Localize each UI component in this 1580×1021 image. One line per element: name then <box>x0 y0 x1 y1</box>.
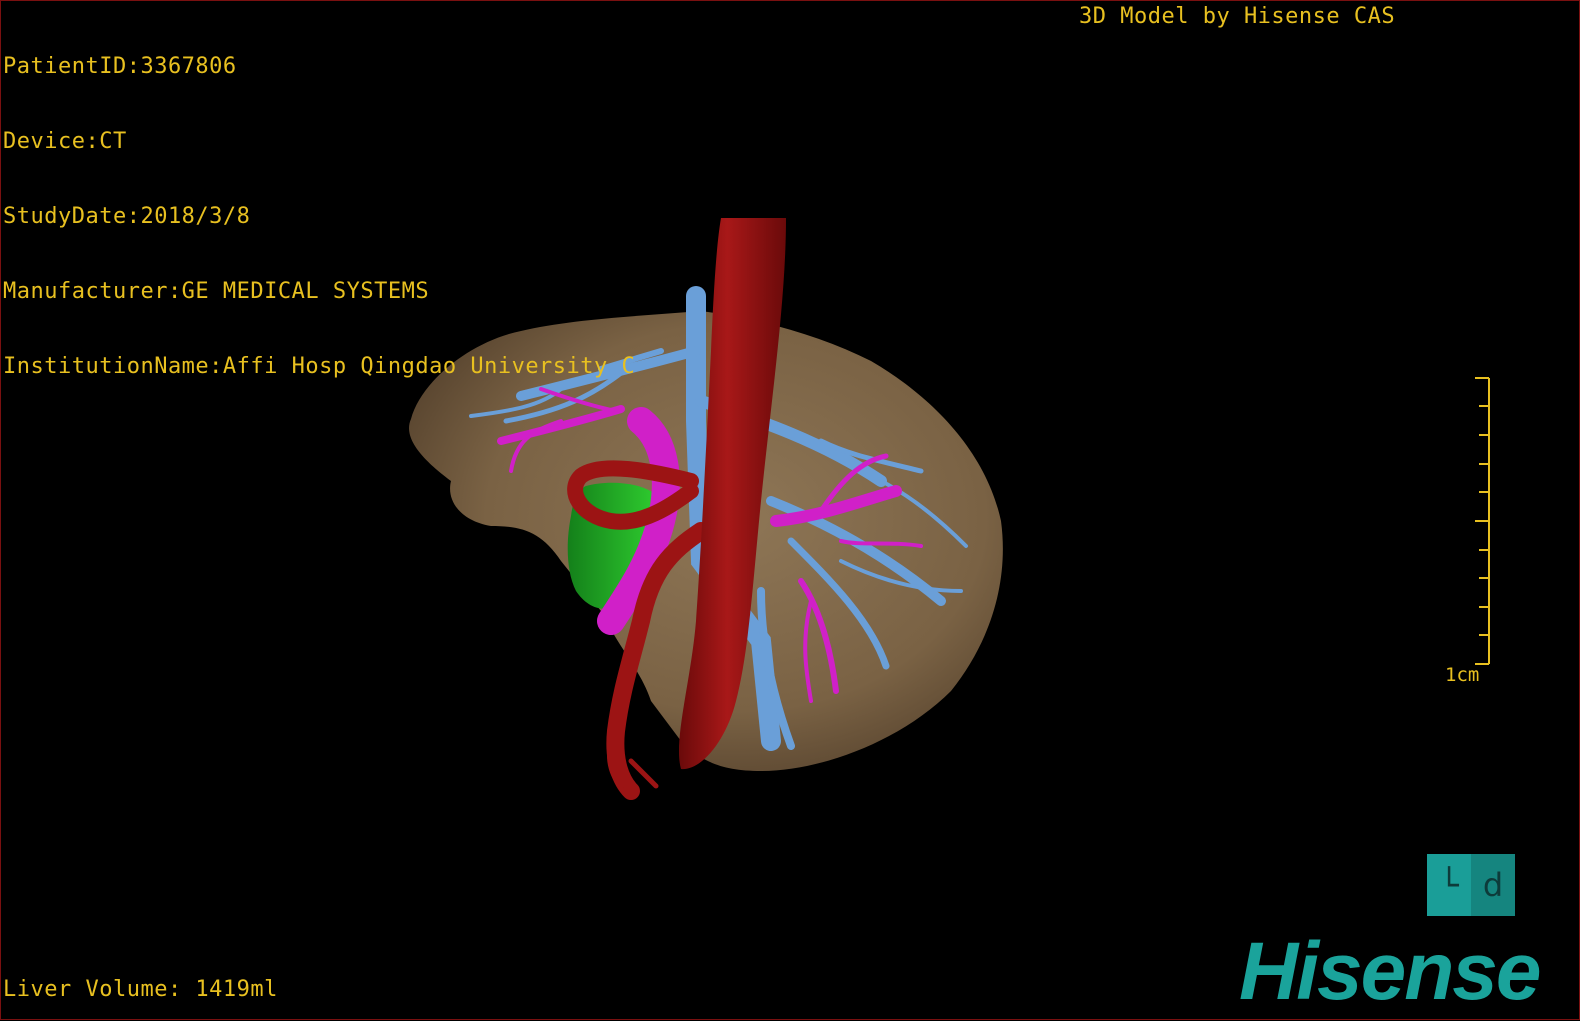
orientation-face-right: d <box>1471 854 1515 916</box>
hisense-logo: Hisense <box>1239 926 1542 1017</box>
liver-volume: Liver Volume: 1419ml <box>3 977 278 1002</box>
orientation-cube[interactable]: └ d <box>1427 854 1515 916</box>
patient-id: PatientID:3367806 <box>3 54 237 79</box>
manufacturer: Manufacturer:GE MEDICAL SYSTEMS <box>3 279 430 304</box>
institution-name: InstitutionName:Affi Hosp Qingdao Univer… <box>3 354 636 379</box>
scale-bar <box>1475 377 1490 665</box>
device: Device:CT <box>3 129 127 154</box>
render-viewport-frame[interactable]: PatientID:3367806 Device:CT StudyDate:20… <box>0 0 1580 1020</box>
orientation-face-left: └ <box>1439 866 1459 904</box>
study-date: StudyDate:2018/3/8 <box>3 204 251 229</box>
dicom-info-block: PatientID:3367806 Device:CT StudyDate:20… <box>3 4 635 429</box>
model-credit: 3D Model by Hisense CAS <box>1079 4 1396 29</box>
scale-label: 1cm <box>1445 664 1480 686</box>
